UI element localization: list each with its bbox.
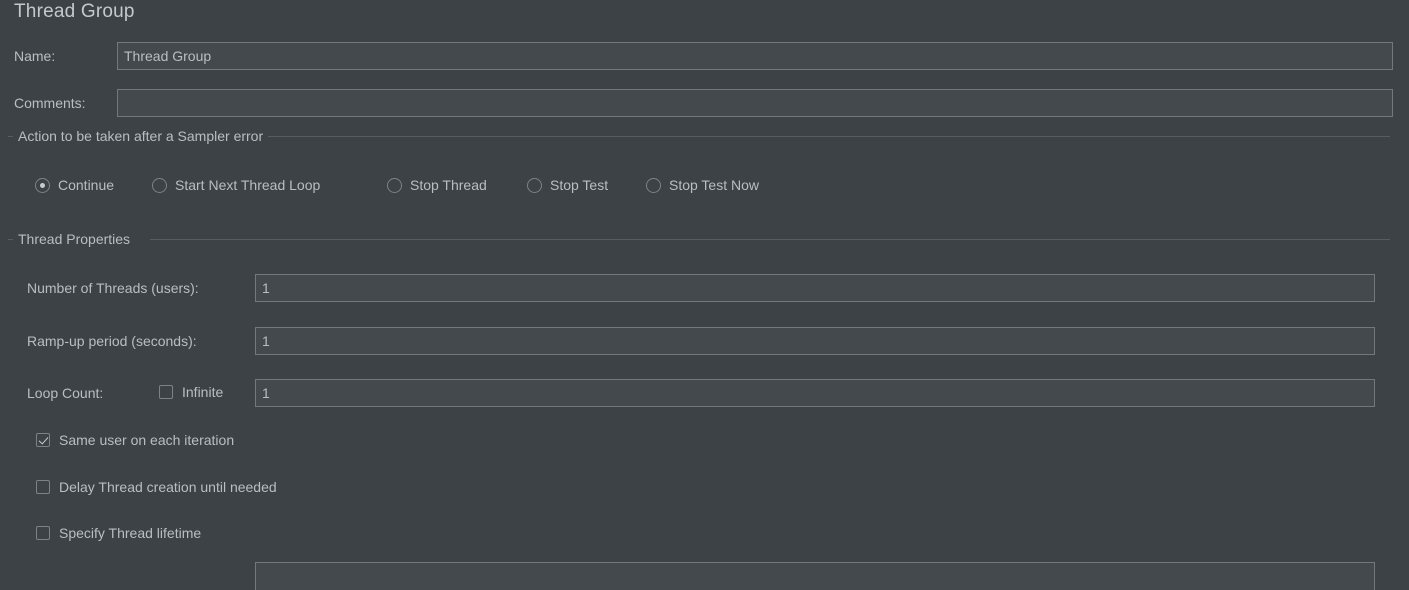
checkbox-infinite[interactable]: Infinite [159, 384, 223, 400]
name-label: Name: [14, 48, 56, 64]
radio-continue[interactable]: Continue [35, 177, 114, 193]
radio-stop-thread-icon [387, 177, 402, 193]
loop-count-input[interactable] [255, 379, 1375, 407]
loop-count-label: Loop Count: [27, 385, 104, 401]
checkbox-delay-thread-creation-icon [36, 480, 50, 494]
radio-stop-test-icon [527, 177, 542, 193]
radio-stop-test-now-label: Stop Test Now [669, 177, 760, 193]
comments-label: Comments: [14, 95, 86, 111]
checkbox-same-user-on-each-iteration[interactable]: Same user on each iteration [36, 432, 234, 448]
checkbox-delay-thread-creation[interactable]: Delay Thread creation until needed [36, 479, 277, 495]
radio-stop-test[interactable]: Stop Test [527, 177, 608, 193]
checkbox-same-user-on-each-iteration-label: Same user on each iteration [59, 432, 235, 448]
radio-start-next-thread-loop[interactable]: Start Next Thread Loop [152, 177, 320, 193]
sampler-error-group-title: Action to be taken after a Sampler error [13, 128, 269, 144]
checkbox-same-user-on-each-iteration-icon [36, 433, 50, 447]
name-input[interactable] [117, 42, 1393, 70]
radio-start-next-thread-loop-icon [152, 177, 167, 193]
duration-input-partial[interactable] [255, 562, 1375, 590]
sampler-error-group-rule [250, 136, 1390, 137]
ramp-up-period-input[interactable] [255, 327, 1375, 355]
thread-properties-group-title: Thread Properties [13, 231, 136, 247]
radio-stop-test-label: Stop Test [550, 177, 609, 193]
radio-stop-test-now[interactable]: Stop Test Now [646, 177, 759, 193]
checkbox-infinite-icon [159, 385, 173, 399]
comments-input[interactable] [117, 89, 1393, 117]
checkbox-specify-thread-lifetime[interactable]: Specify Thread lifetime [36, 525, 201, 541]
page-title: Thread Group [14, 1, 135, 22]
ramp-up-period-label: Ramp-up period (seconds): [27, 333, 197, 349]
radio-stop-thread-label: Stop Thread [410, 177, 487, 193]
radio-stop-thread[interactable]: Stop Thread [387, 177, 487, 193]
checkbox-infinite-label: Infinite [182, 384, 224, 400]
checkbox-delay-thread-creation-label: Delay Thread creation until needed [59, 479, 277, 495]
radio-stop-test-now-icon [646, 177, 661, 193]
radio-continue-icon [35, 177, 50, 193]
radio-start-next-thread-loop-label: Start Next Thread Loop [175, 177, 321, 193]
radio-continue-label: Continue [58, 177, 115, 193]
number-of-threads-input[interactable] [255, 274, 1375, 302]
number-of-threads-label: Number of Threads (users): [27, 280, 199, 296]
checkbox-specify-thread-lifetime-label: Specify Thread lifetime [59, 525, 202, 541]
checkbox-specify-thread-lifetime-icon [36, 526, 50, 540]
thread-properties-group-rule [150, 239, 1390, 240]
